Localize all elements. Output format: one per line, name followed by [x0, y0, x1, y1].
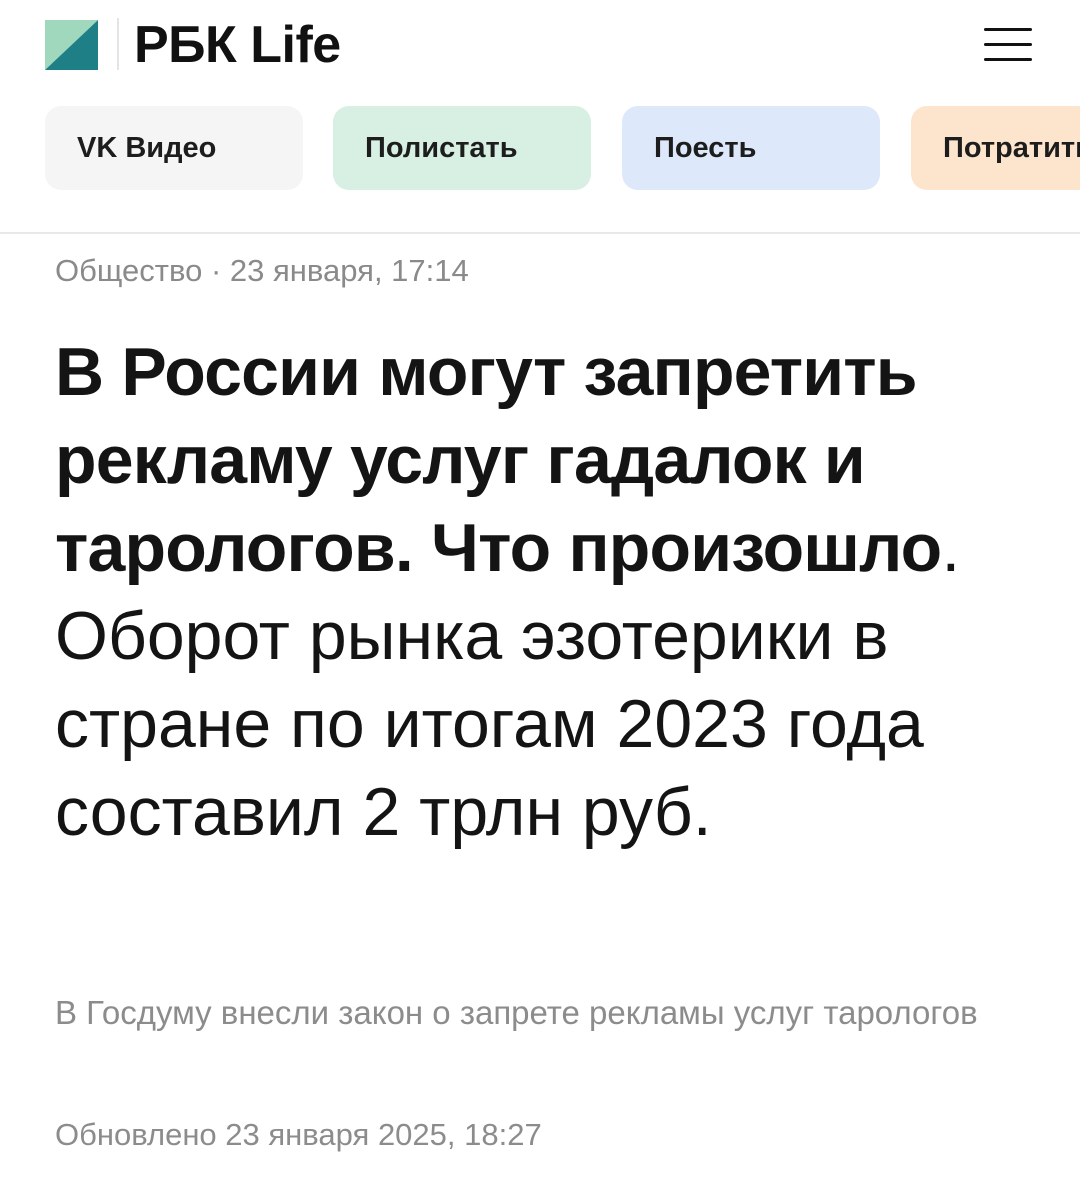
chip-vk-video[interactable]: VK Видео [45, 106, 303, 190]
headline-lead: Оборот рынка эзотерики в стране по итога… [55, 598, 924, 850]
chip-spend[interactable]: Потратить [911, 106, 1080, 190]
article-headline: В России могут запретить рекламу услуг г… [55, 328, 1055, 856]
article-subtitle: В Госдуму внесли закон о запрете рекламы… [55, 994, 978, 1031]
rbc-logo-icon[interactable] [45, 20, 98, 70]
header-separator [0, 232, 1080, 234]
site-logo-text[interactable]: РБК Life [134, 14, 341, 76]
headline-dot: . [941, 510, 961, 586]
article-category[interactable]: Общество [55, 253, 202, 288]
meta-separator: · [210, 253, 222, 288]
chip-eat[interactable]: Поесть [622, 106, 880, 190]
chip-browse[interactable]: Полистать [333, 106, 591, 190]
hamburger-menu-icon[interactable] [982, 26, 1034, 64]
logo-divider [117, 18, 119, 70]
article-date: 23 января, 17:14 [229, 253, 469, 288]
article-meta: Общество · 23 января, 17:14 [55, 250, 469, 292]
headline-title: В России могут запретить рекламу услуг г… [55, 334, 942, 586]
article-updated: Обновлено 23 января 2025, 18:27 [55, 1117, 542, 1152]
site-header: РБК Life [0, 0, 1080, 92]
category-chips: VK Видео Полистать Поесть Потратить [0, 106, 1080, 192]
